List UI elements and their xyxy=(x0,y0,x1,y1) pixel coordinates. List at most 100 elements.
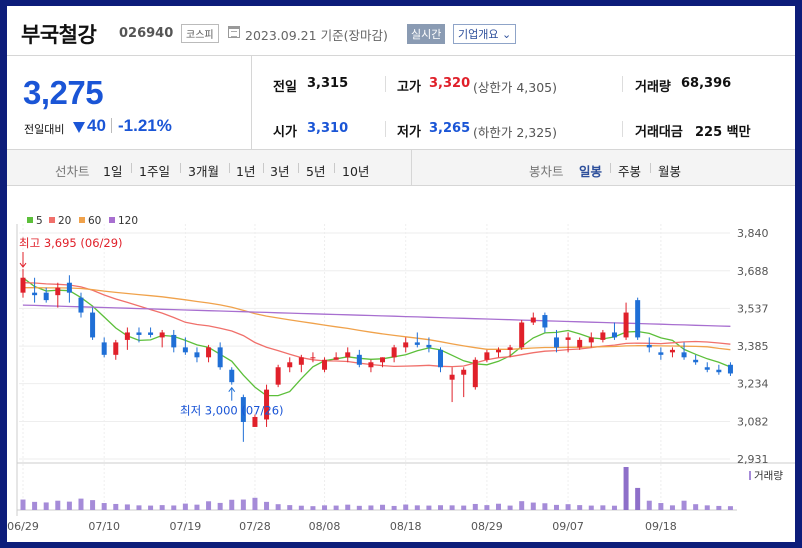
volume-bar xyxy=(588,505,594,510)
candle-body xyxy=(669,349,675,353)
candle-body xyxy=(113,342,119,355)
candle-body xyxy=(484,352,490,360)
volume-bar xyxy=(472,503,478,510)
price-summary: 3,275 전일대비 40 -1.21% 전일 3,315 고가 3,320 (… xyxy=(7,56,795,150)
candlestick-chart[interactable]: 3,840 3,688 3,537 3,385 3,234 3,082 2,931 06/29… xyxy=(7,186,795,542)
candle-chart-label: 봉차트 xyxy=(529,164,564,179)
candle-body xyxy=(426,344,432,348)
volume-bar xyxy=(495,503,501,510)
candle-body xyxy=(542,315,548,328)
candle-body xyxy=(252,416,258,427)
diff-value: 40 xyxy=(87,116,106,135)
volume-bar xyxy=(600,505,606,510)
candle-body xyxy=(206,347,212,358)
volume-bar xyxy=(194,504,200,510)
period-1w[interactable]: 1주일 xyxy=(139,161,170,180)
volume-bar xyxy=(240,499,246,510)
volume-bar xyxy=(287,505,293,510)
down-triangle-icon xyxy=(73,122,85,133)
volume-legend-swatch xyxy=(749,471,751,480)
stock-name[interactable]: 부국철강 xyxy=(21,19,97,49)
candle-body xyxy=(565,337,571,340)
candle-body xyxy=(229,369,235,383)
volume-value: 68,396 xyxy=(681,76,732,91)
candle-body xyxy=(495,349,501,353)
candle-body xyxy=(55,287,61,296)
volume-bar xyxy=(298,505,304,510)
y-tick-label: 2,931 xyxy=(737,453,769,466)
volume-bar xyxy=(20,499,26,510)
period-1y[interactable]: 1년 xyxy=(236,161,255,180)
legend-swatch-ma60 xyxy=(79,217,85,223)
divider xyxy=(180,163,181,173)
candle-body xyxy=(553,337,559,348)
volume-bar xyxy=(55,500,61,510)
amount-value: 225 백만 xyxy=(695,125,751,140)
candle-body xyxy=(345,352,351,358)
open-value: 3,310 xyxy=(307,121,349,136)
volume-bar xyxy=(426,505,432,510)
volume-bar xyxy=(646,500,652,510)
volume-bar xyxy=(438,505,444,510)
market-badge: 코스피 xyxy=(181,24,219,43)
candle-body xyxy=(438,349,444,368)
volume-bar xyxy=(124,504,130,510)
candle-body xyxy=(322,359,328,370)
period-3m[interactable]: 3개월 xyxy=(188,161,219,180)
volume-bar xyxy=(43,502,49,510)
realtime-button[interactable]: 실시간 xyxy=(407,24,446,44)
candle-body xyxy=(159,332,165,338)
candle-weekly[interactable]: 주봉 xyxy=(618,161,641,180)
high-value: 3,320 xyxy=(429,76,471,91)
period-10y[interactable]: 10년 xyxy=(342,161,369,180)
chevron-down-icon: ⌄ xyxy=(501,28,512,41)
volume-bar xyxy=(356,505,362,510)
diff-rate: -1.21% xyxy=(118,116,172,135)
legend-label-ma20: 20 xyxy=(58,215,71,227)
candle-body xyxy=(171,334,177,348)
candle-body xyxy=(704,367,710,370)
volume-bar xyxy=(623,467,629,510)
stock-widget: 부국철강 026940 코스피 2023.09.21 기준(장마감) 실시간 기… xyxy=(7,6,795,542)
diff-label: 전일대비 xyxy=(24,123,65,136)
volume-bar xyxy=(345,504,351,510)
volume-bar xyxy=(461,505,467,510)
company-info-button[interactable]: 기업개요 ⌄ xyxy=(453,24,517,44)
divider xyxy=(411,150,412,186)
x-tick-label: 07/28 xyxy=(239,520,271,533)
volume-bar xyxy=(90,500,96,510)
x-tick-label: 09/18 xyxy=(645,520,677,533)
prev-close-value: 3,315 xyxy=(307,76,349,91)
stock-code: 026940 xyxy=(119,26,174,41)
x-tick-label: 09/07 xyxy=(552,520,584,533)
candle-body xyxy=(472,359,478,388)
divider xyxy=(385,76,386,92)
divider xyxy=(263,163,264,173)
divider xyxy=(131,163,132,173)
candle-body xyxy=(391,347,397,358)
candle-body xyxy=(20,277,26,293)
divider xyxy=(610,163,611,173)
volume-bar xyxy=(264,501,270,510)
candle-body xyxy=(519,322,525,348)
period-3y[interactable]: 3년 xyxy=(270,161,289,180)
candle-monthly[interactable]: 월봉 xyxy=(658,161,681,180)
volume-bar xyxy=(391,505,397,510)
volume-bar xyxy=(66,501,72,510)
current-price: 3,275 xyxy=(23,74,104,111)
volume-bar xyxy=(182,503,188,510)
candle-body xyxy=(182,347,188,353)
line-chart-label: 선차트 xyxy=(55,164,90,179)
period-1d[interactable]: 1일 xyxy=(103,161,122,180)
candle-body xyxy=(693,359,699,363)
candle-body xyxy=(403,342,409,348)
volume-bar xyxy=(368,505,374,510)
volume-bar xyxy=(113,503,119,510)
volume-bar xyxy=(484,505,490,510)
volume-bar xyxy=(507,505,513,510)
candle-body xyxy=(449,374,455,380)
period-5y[interactable]: 5년 xyxy=(306,161,325,180)
high-label: 고가 xyxy=(397,80,421,95)
volume-bar xyxy=(704,505,710,510)
candle-daily[interactable]: 일봉 xyxy=(579,161,602,180)
